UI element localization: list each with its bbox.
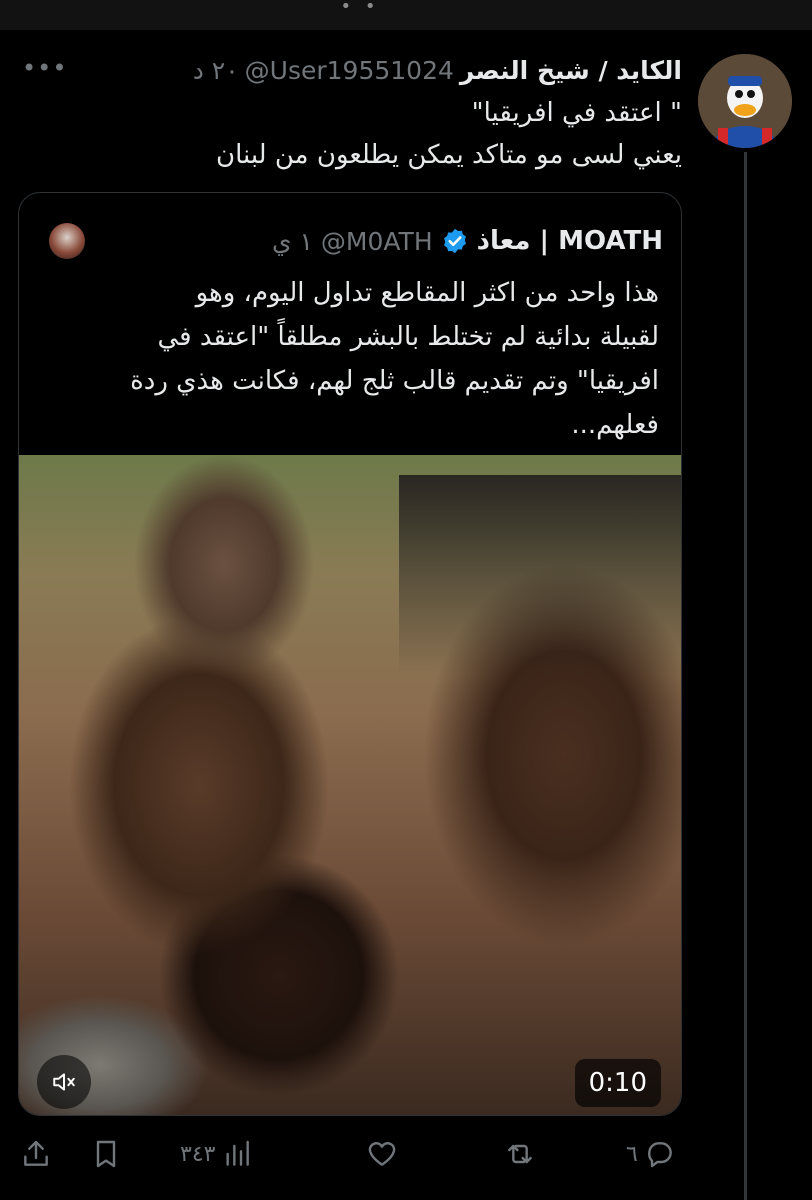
tweet-page: • • الكايد / شيخ النصر @User19551024 ٢٠ … (0, 0, 812, 1200)
more-options-icon[interactable]: ••• (22, 56, 66, 80)
quoted-time[interactable]: ١ ي (272, 227, 313, 256)
bookmark-icon (96, 1140, 116, 1168)
tweet-time[interactable]: ٢٠ د (193, 56, 239, 85)
quoted-header: MOATH | معاذ @M0ATH ١ ي (272, 223, 663, 259)
quoted-tweet[interactable]: MOATH | معاذ @M0ATH ١ ي هذا واحد من اكثر… (18, 192, 682, 1116)
author-handle[interactable]: @User19551024 (245, 56, 454, 85)
retweet-button[interactable] (504, 1134, 536, 1174)
bookmark-button[interactable] (90, 1134, 122, 1174)
share-button[interactable] (20, 1134, 52, 1174)
tweet-header: الكايد / شيخ النصر @User19551024 ٢٠ د (193, 52, 682, 88)
reply-count: ٦ (626, 1141, 638, 1167)
share-icon (24, 1140, 48, 1166)
avatar[interactable] (698, 54, 792, 148)
mute-button[interactable] (37, 1055, 91, 1109)
quoted-avatar[interactable] (49, 223, 85, 259)
video-duration: 0:10 (574, 1059, 661, 1107)
views-icon (226, 1140, 250, 1166)
heart-icon (368, 1142, 396, 1166)
reply-button[interactable]: ٦ (626, 1134, 676, 1174)
quoted-text: هذا واحد من اكثر المقاطع تداول اليوم، وه… (35, 271, 659, 447)
page-indicator: • • (340, 0, 380, 17)
views-count: ٣٤٣ (180, 1141, 216, 1167)
action-bar: ٣٤٣ ٦ (0, 1128, 812, 1178)
reply-icon (647, 1142, 672, 1168)
quoted-text-line: فعلهم... (571, 410, 659, 440)
quoted-text-line: هذا واحد من اكثر المقاطع تداول اليوم، وه… (195, 278, 659, 308)
tweet-text: " اعتقد في افريقيا" يعني لسى مو متاكد يم… (62, 92, 682, 176)
quoted-text-line: افريقيا" وتم تقديم قالب ثلج لهم، فكانت ه… (130, 366, 659, 396)
views-button[interactable]: ٣٤٣ (180, 1134, 253, 1174)
quoted-author-handle[interactable]: @M0ATH (321, 227, 433, 256)
retweet-icon (508, 1144, 532, 1164)
like-button[interactable] (366, 1134, 398, 1174)
verified-badge-icon (443, 228, 466, 254)
video-player[interactable]: 0:10 (19, 455, 681, 1115)
speaker-muted-icon (53, 1073, 75, 1091)
author-name[interactable]: الكايد / شيخ النصر (460, 56, 682, 85)
tweet-text-line: يعني لسى مو متاكد يمكن يطلعون من لبنان (215, 140, 682, 170)
top-bar: • • (0, 0, 812, 30)
avatar-image (698, 54, 792, 148)
tweet-text-line: " اعتقد في افريقيا" (471, 98, 682, 128)
quoted-text-line: لقبيلة بدائية لم تختلط بالبشر مطلقاً "اع… (157, 322, 659, 352)
quoted-author-name[interactable]: MOATH | معاذ (477, 226, 663, 256)
video-background (399, 475, 681, 675)
thread-line (744, 152, 747, 1200)
